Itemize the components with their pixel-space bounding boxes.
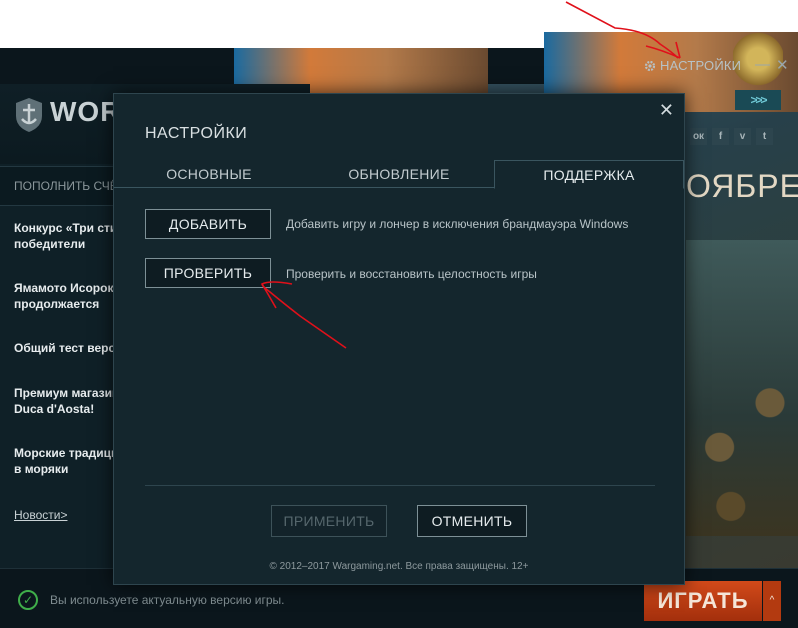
verify-description: Проверить и восстановить целостность игр… (286, 267, 537, 281)
copyright-text: © 2012–2017 Wargaming.net. Все права защ… (269, 561, 529, 572)
verify-integrity-button[interactable]: ПРОВЕРИТЬ (145, 258, 271, 288)
cancel-button[interactable]: ОТМЕНИТЬ (417, 505, 527, 537)
topup-label: ПОПОЛНИТЬ СЧЁТ (14, 179, 126, 193)
settings-tabs: ОСНОВНЫЕ ОБНОВЛЕНИЕ ПОДДЕРЖКА (114, 160, 684, 189)
settings-link[interactable]: НАСТРОЙКИ (644, 58, 741, 73)
vk-icon[interactable]: v (734, 128, 751, 145)
dialog-title: НАСТРОЙКИ (145, 125, 248, 142)
settings-label: НАСТРОЙКИ (660, 58, 742, 73)
banner-art (686, 240, 798, 536)
banner-next-button[interactable]: >>> (735, 90, 781, 110)
play-options-button[interactable]: ^ (763, 581, 781, 621)
tab-support[interactable]: ПОДДЕРЖКА (494, 160, 684, 189)
news-item[interactable]: Морские традиции в моряки (14, 445, 126, 477)
news-item[interactable]: Ямамото Исороку продолжается (14, 280, 120, 312)
add-firewall-exception-button[interactable]: ДОБАВИТЬ (145, 209, 271, 239)
divider (145, 485, 655, 486)
news-item[interactable]: Премиум магазин Duca d'Aosta! (14, 385, 119, 417)
all-news-link[interactable]: Новости> (14, 508, 67, 522)
news-item[interactable]: Общий тест верси (14, 340, 123, 356)
status-text: Вы используете актуальную версию игры. (50, 593, 285, 607)
minimize-button[interactable]: — (755, 56, 770, 73)
check-circle-icon: ✓ (18, 590, 38, 610)
twitter-icon[interactable]: t (756, 128, 773, 145)
odnoklassniki-icon[interactable]: ок (690, 128, 707, 145)
apply-button[interactable]: ПРИМЕНИТЬ (271, 505, 387, 537)
shield-anchor-icon (16, 98, 42, 132)
facebook-icon[interactable]: f (712, 128, 729, 145)
tab-basic[interactable]: ОСНОВНЫЕ (114, 160, 304, 188)
settings-dialog: ✕ НАСТРОЙКИ ОСНОВНЫЕ ОБНОВЛЕНИЕ ПОДДЕРЖК… (113, 93, 685, 585)
play-button[interactable]: ИГРАТЬ (644, 581, 762, 621)
social-links: ок f v t (690, 128, 773, 145)
news-item[interactable]: Конкурс «Три сти победители (14, 220, 117, 252)
gear-icon (644, 60, 656, 71)
banner-title: ОЯБРЕ (686, 168, 798, 204)
tab-update[interactable]: ОБНОВЛЕНИЕ (304, 160, 494, 188)
window-close-button[interactable]: ✕ (776, 56, 789, 74)
add-description: Добавить игру и лончер в исключения бран… (286, 217, 629, 231)
dialog-close-button[interactable]: ✕ (659, 100, 674, 121)
